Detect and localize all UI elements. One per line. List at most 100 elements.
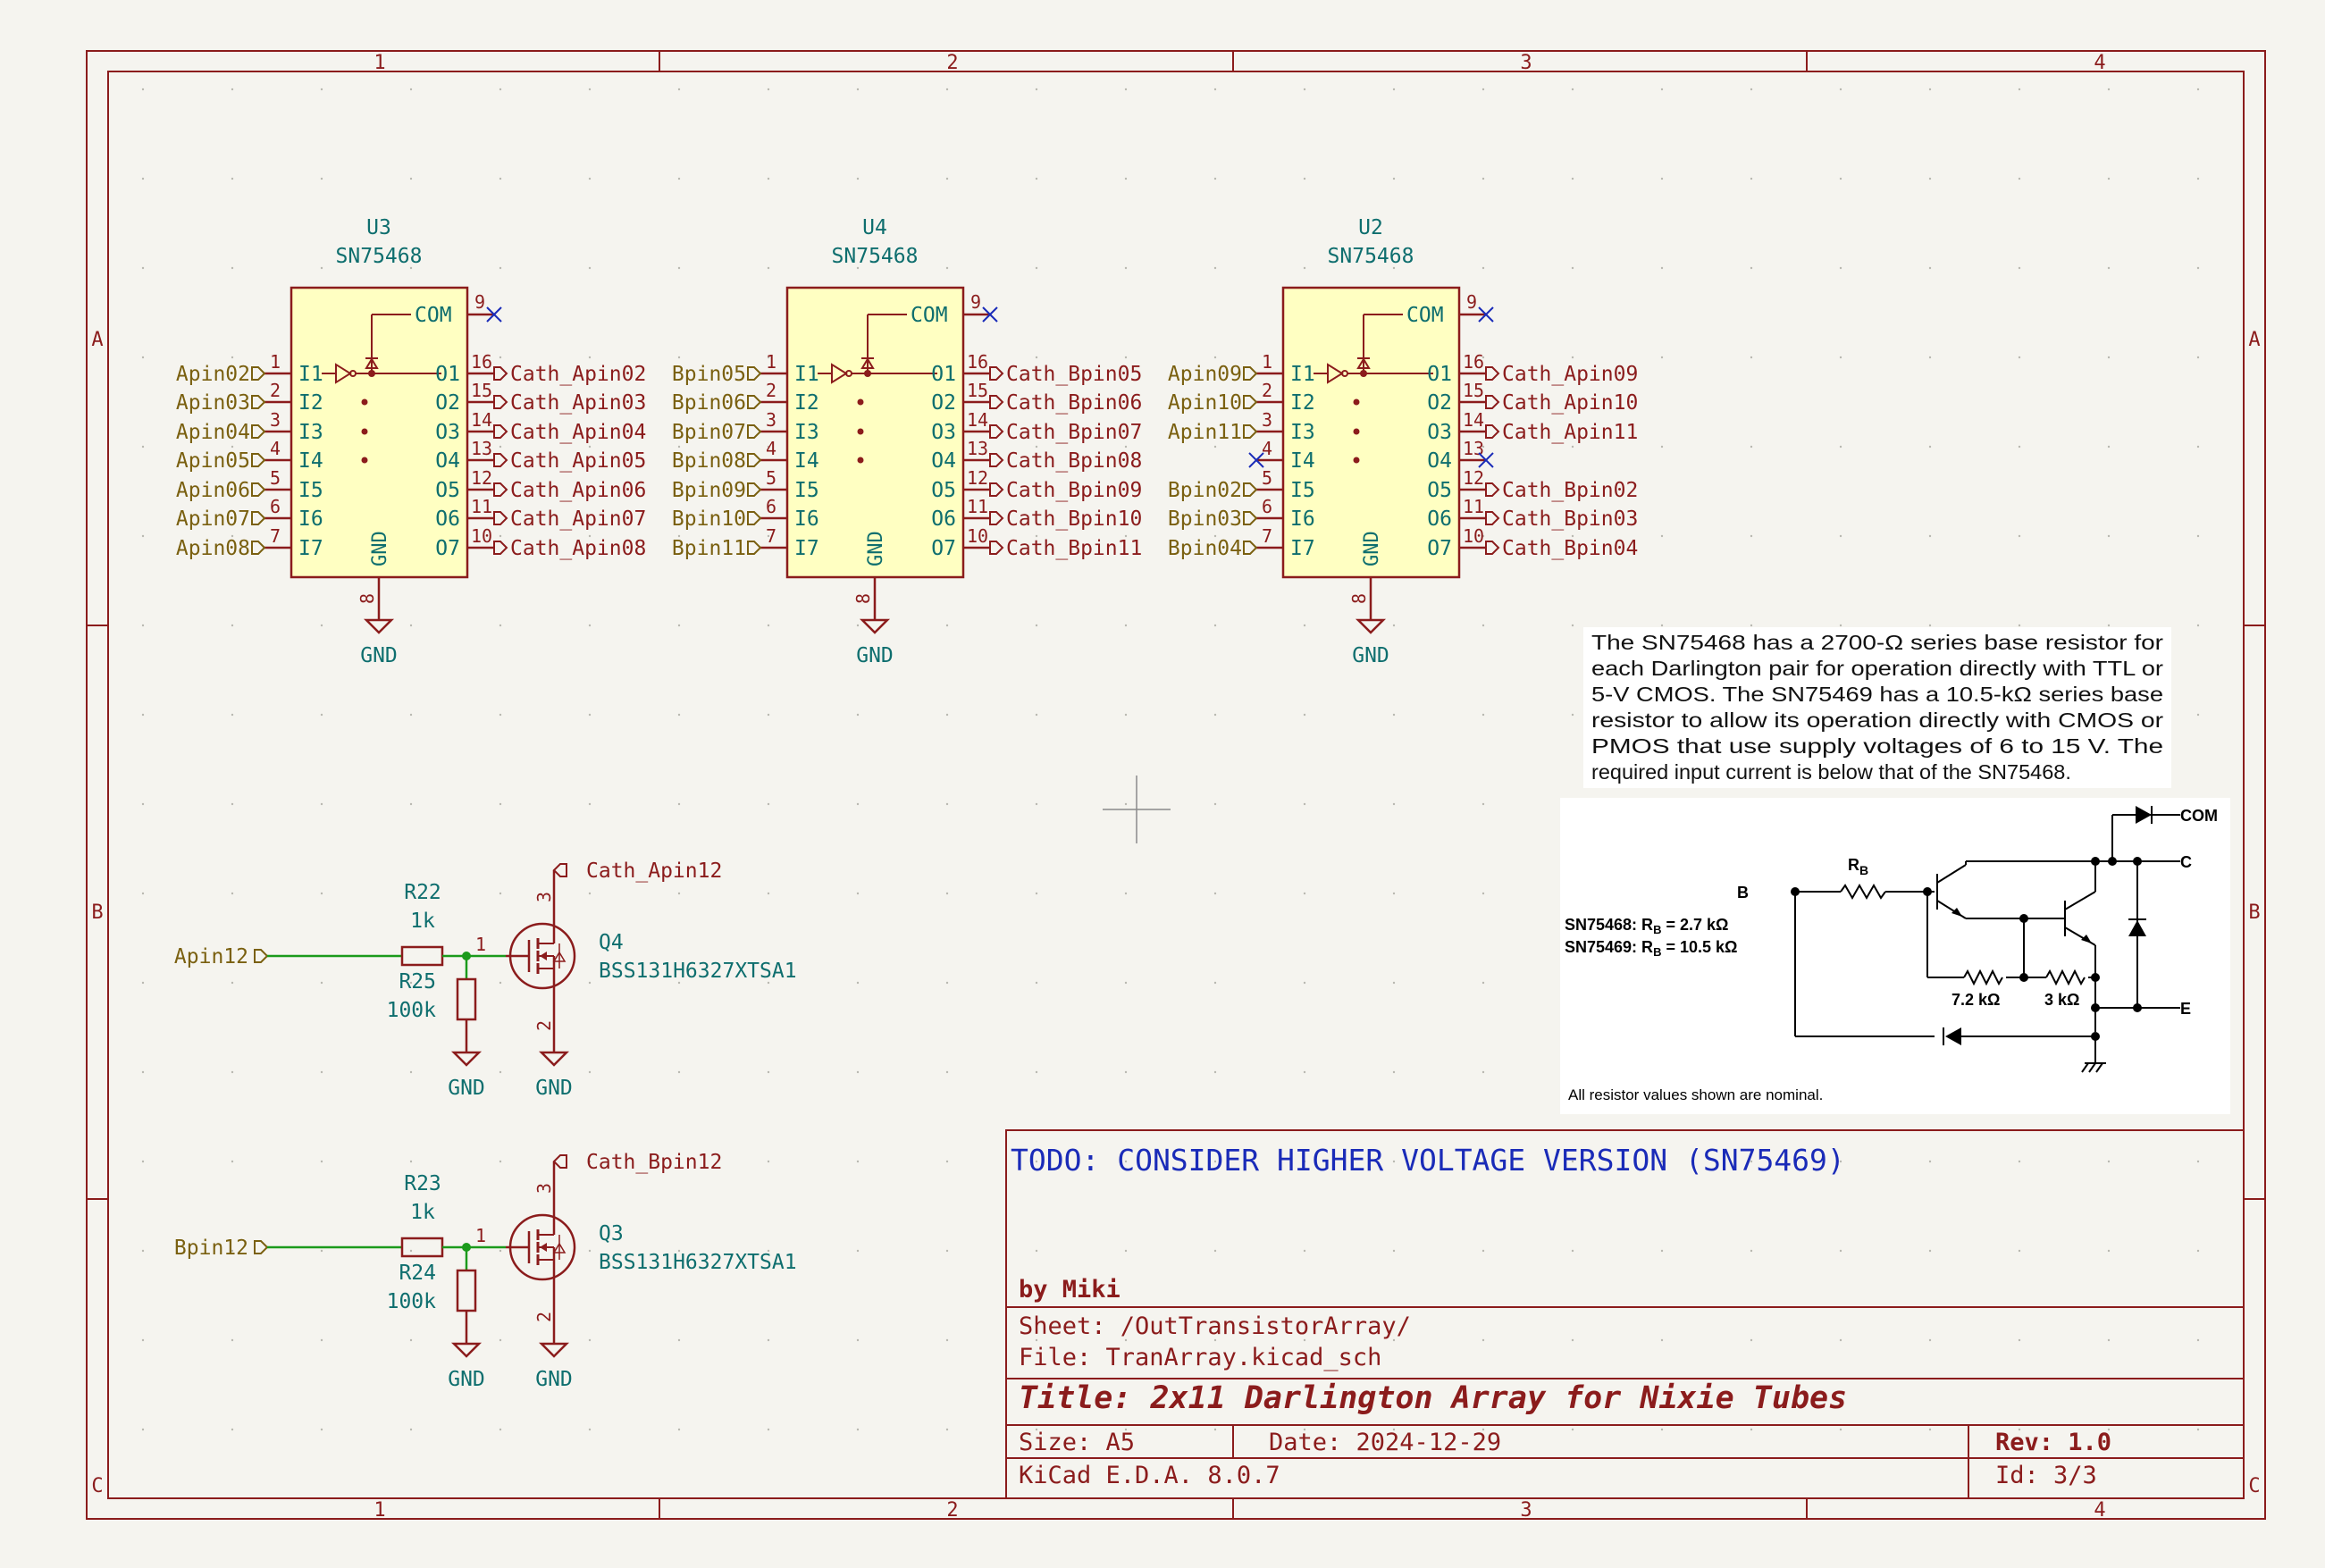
pin-number: 3 — [533, 892, 555, 902]
resistor-reference: R25 — [399, 970, 436, 994]
pin-number: 9 — [474, 291, 485, 313]
grid-dot — [2196, 88, 2200, 91]
grid-dot — [499, 802, 502, 806]
pin-number: 5 — [766, 467, 776, 489]
grid-dot — [499, 713, 502, 717]
gnd-label: GND — [448, 1368, 485, 1391]
grid-dot — [2107, 266, 2111, 270]
grid-dot — [1928, 1249, 1932, 1253]
output-net-label: Cath_Bpin08 — [1006, 449, 1142, 473]
pin-number: 10 — [471, 525, 492, 547]
pin-number: 8 — [852, 593, 874, 604]
grid-dot — [856, 1160, 860, 1163]
pin-number: 15 — [967, 380, 988, 401]
grid-dot — [767, 88, 770, 91]
grid-dot — [141, 266, 145, 270]
pin-number: 7 — [1262, 525, 1272, 547]
grid-dot — [1481, 981, 1485, 985]
pin-c-label: C — [2180, 853, 2192, 871]
grid-dot — [2196, 356, 2200, 359]
input-net-label: Apin02 — [176, 363, 250, 386]
input-net-label: Apin12 — [174, 945, 248, 968]
pin-number: 2 — [533, 1312, 555, 1322]
grid-dot — [2018, 177, 2021, 180]
grid-dot — [1660, 1338, 1664, 1342]
pin-e-label: E — [2180, 1000, 2191, 1018]
input-net-label: Apin08 — [176, 537, 250, 560]
grid-dot — [1660, 177, 1664, 180]
resistor-value: 1k — [410, 1201, 435, 1224]
grid-dot — [499, 88, 502, 91]
grid-dot — [1839, 534, 1842, 538]
pin-number: 11 — [1463, 496, 1484, 517]
pin-com-label: COM — [2180, 807, 2218, 825]
pin-name: I4 — [298, 449, 323, 473]
grid-dot — [588, 1249, 592, 1253]
gnd-label: GND — [856, 644, 894, 667]
grid-dot — [1124, 266, 1128, 270]
pin-number: 11 — [471, 496, 492, 517]
grid-dot — [320, 1070, 323, 1074]
grid-dot — [141, 1160, 145, 1163]
grid-dot — [1839, 266, 1842, 270]
pin-name: O7 — [931, 537, 956, 560]
pin-number: 16 — [967, 351, 988, 373]
grid-dot — [1660, 356, 1664, 359]
grid-dot — [2196, 445, 2200, 449]
grid-dot — [231, 1428, 234, 1431]
grid-dot — [1213, 1428, 1217, 1431]
pin-number: 6 — [766, 496, 776, 517]
sheet-date: Date: 2024-12-29 — [1269, 1429, 1501, 1456]
grid-dot — [2018, 1338, 2021, 1342]
grid-dot — [141, 356, 145, 359]
pin-number: 7 — [270, 525, 281, 547]
grid-dot — [1571, 88, 1574, 91]
grid-dot — [588, 892, 592, 895]
output-net-label: Cath_Apin06 — [510, 479, 646, 502]
grid-dot — [1303, 713, 1306, 717]
pin-number: 9 — [970, 291, 981, 313]
pin-name: O6 — [1427, 507, 1452, 531]
grid-dot — [2018, 445, 2021, 449]
sheet-path: Sheet: /OutTransistorArray/ — [1019, 1312, 1411, 1340]
mosfet-value: BSS131H6327XTSA1 — [599, 1251, 797, 1274]
grid-dot — [1213, 356, 1217, 359]
output-net-label: Cath_Apin07 — [510, 507, 646, 531]
grid-dot — [1839, 1338, 1842, 1342]
grid-dot — [1481, 266, 1485, 270]
note-line-5: PMOS that use supply voltages of 6 to 15… — [1591, 734, 2163, 758]
grid-dot — [1660, 266, 1664, 270]
grid-dot — [231, 892, 234, 895]
grid-dot — [2018, 356, 2021, 359]
grid-dot — [1660, 1249, 1664, 1253]
pin-number: 1 — [766, 351, 776, 373]
pin-number: 14 — [1463, 409, 1484, 431]
col-label-top-1: 1 — [374, 52, 385, 74]
grid-dot — [1660, 1428, 1664, 1431]
grid-dot — [231, 1338, 234, 1342]
col-label-top-3: 3 — [1520, 52, 1532, 74]
grid-dot — [499, 624, 502, 627]
grid-dot — [677, 356, 681, 359]
grid-dot — [231, 177, 234, 180]
pin-name: I1 — [794, 363, 819, 386]
grid-dot — [1303, 88, 1306, 91]
grid-dot — [856, 1070, 860, 1074]
grid-dot — [1750, 1428, 1753, 1431]
grid-dot — [1660, 445, 1664, 449]
grid-dot — [2018, 1249, 2021, 1253]
junction-dot — [864, 370, 871, 377]
grid-dot — [767, 713, 770, 717]
grid-dot — [1571, 1249, 1574, 1253]
grid-dot — [1928, 445, 1932, 449]
grid-dot — [945, 892, 949, 895]
pin-name: O6 — [435, 507, 460, 531]
todo-note: TODO: CONSIDER HIGHER VOLTAGE VERSION (S… — [1011, 1143, 1845, 1178]
grid-dot — [1750, 177, 1753, 180]
grid-dot — [677, 713, 681, 717]
grid-dot — [1392, 713, 1396, 717]
grid-dot — [141, 1428, 145, 1431]
grid-dot — [409, 802, 413, 806]
grid-dot — [1750, 88, 1753, 91]
kicad-version: KiCad E.D.A. 8.0.7 — [1019, 1462, 1280, 1489]
